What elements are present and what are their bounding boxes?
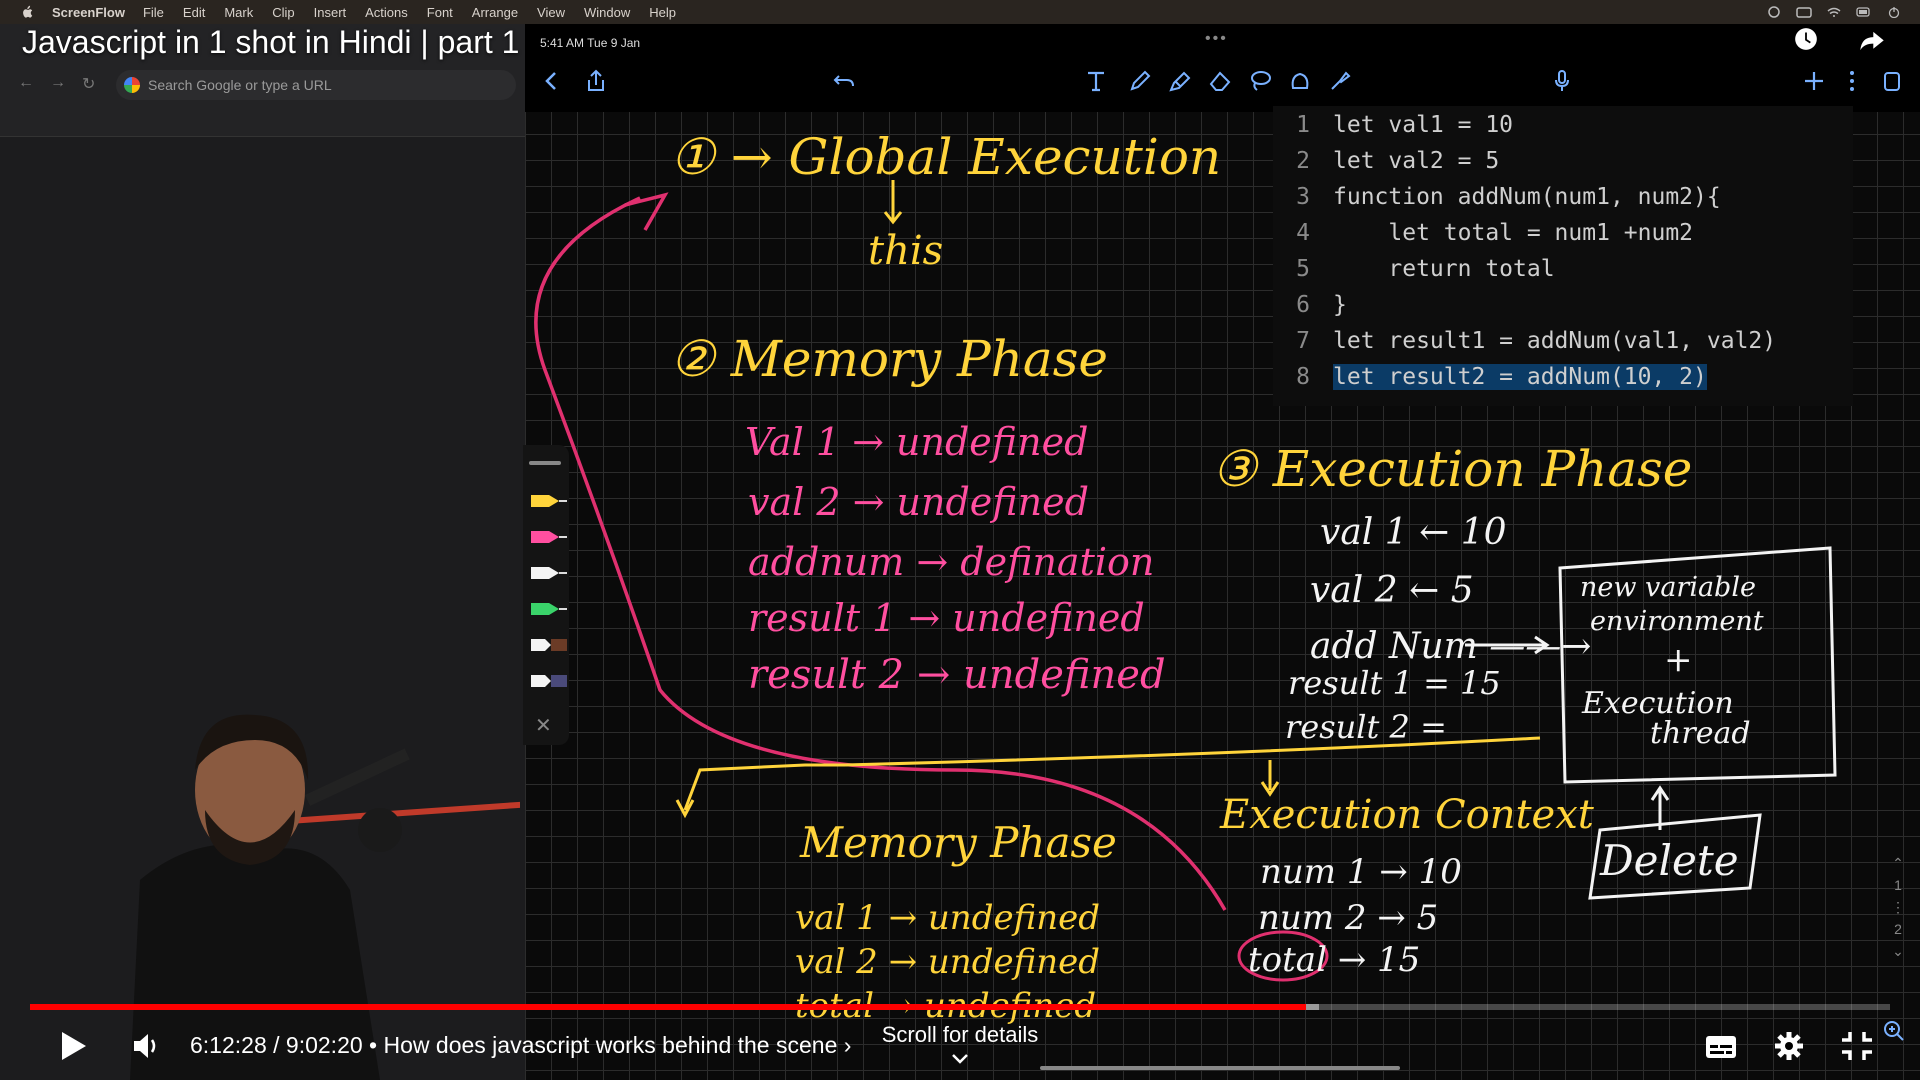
battery-icon[interactable] — [1856, 6, 1872, 18]
zoom-icon[interactable] — [1880, 1018, 1908, 1046]
context-entry: total → 15 — [1248, 940, 1421, 980]
highlighter-icon[interactable] — [1166, 68, 1194, 96]
eraser-icon[interactable] — [1206, 68, 1234, 96]
subtitles-icon[interactable] — [1704, 1030, 1738, 1062]
power-icon[interactable] — [1886, 6, 1902, 19]
chevron-down-icon[interactable] — [950, 1052, 970, 1066]
video-title: Javascript in 1 shot in Hindi | part 1 — [22, 24, 520, 60]
memory-entry: addnum → defination — [748, 540, 1155, 584]
memory-entry: val 2 → undefined — [748, 480, 1089, 524]
context-entry: num 1 → 10 — [1260, 852, 1462, 892]
undo-icon[interactable] — [830, 68, 858, 96]
google-icon — [124, 77, 140, 93]
apple-icon[interactable] — [18, 5, 38, 19]
time-current: 6:12:28 — [190, 1032, 267, 1058]
lasso-icon[interactable] — [1246, 68, 1274, 96]
screenflow-icon[interactable] — [1766, 6, 1782, 18]
memory2-entry: val 2 → undefined — [795, 942, 1101, 982]
timecode: 6:12:28 / 9:02:20 • How does javascript … — [190, 1032, 852, 1058]
microphone-icon[interactable] — [1548, 68, 1576, 96]
multitask-dots[interactable]: ••• — [1205, 30, 1228, 48]
note-global-execution: ① → Global Execution — [670, 128, 1222, 186]
menu-clip[interactable]: Clip — [272, 5, 294, 20]
watch-later-icon[interactable] — [1788, 26, 1824, 62]
exec-entry: val 1 ← 10 — [1320, 512, 1507, 553]
pen-tool-icon[interactable] — [1126, 68, 1154, 96]
shapes-icon[interactable] — [1286, 68, 1314, 96]
exec-entry: val 2 ← 5 — [1310, 570, 1474, 611]
time-total: 9:02:20 — [285, 1032, 363, 1058]
menubar-status-icons — [1766, 6, 1902, 19]
menu-actions[interactable]: Actions — [365, 5, 408, 20]
mac-menubar: ScreenFlow File Edit Mark Clip Insert Ac… — [0, 0, 1920, 24]
omnibox-placeholder: Search Google or type a URL — [148, 77, 332, 93]
memory-entry: result 2 → undefined — [748, 652, 1166, 698]
exit-fullscreen-icon[interactable] — [1840, 1030, 1874, 1062]
note-this: this — [868, 228, 944, 274]
add-page-icon[interactable] — [1800, 68, 1828, 96]
scroll-indicator — [1040, 1066, 1400, 1070]
play-icon[interactable] — [58, 1030, 88, 1062]
note-delete: Delete — [1600, 836, 1739, 885]
exec-entry: result 2 = — [1285, 708, 1447, 746]
note-memory-phase: ② Memory Phase — [670, 330, 1108, 388]
memory-entry: Val 1 → undefined — [745, 420, 1089, 464]
progress-bar-played[interactable] — [30, 1004, 1306, 1010]
back-icon[interactable]: ← — [18, 74, 34, 94]
box-line: + — [1664, 640, 1693, 680]
menu-insert[interactable]: Insert — [314, 5, 347, 20]
box-line: environment — [1590, 606, 1764, 637]
context-entry: num 2 → 5 — [1258, 898, 1439, 938]
memory2-entry: val 1 → undefined — [795, 898, 1101, 938]
note-execution-context: Execution Context — [1220, 792, 1594, 838]
share-icon[interactable] — [582, 68, 610, 96]
exec-entry: result 1 = 15 — [1288, 664, 1501, 702]
page-navigator[interactable]: ⌃ 1 ⋮ 2 ⌄ — [1886, 852, 1910, 962]
box-line: new variable — [1580, 572, 1756, 603]
more-options-icon[interactable] — [1838, 68, 1866, 96]
menu-arrange[interactable]: Arrange — [472, 5, 518, 20]
menu-window[interactable]: Window — [584, 5, 630, 20]
note-memory-phase-2: Memory Phase — [800, 818, 1117, 867]
box-line: thread — [1650, 716, 1751, 751]
reload-icon[interactable]: ↻ — [82, 74, 95, 94]
menu-help[interactable]: Help — [649, 5, 676, 20]
wifi-icon[interactable] — [1826, 6, 1842, 18]
menubar-app-name[interactable]: ScreenFlow — [52, 5, 125, 20]
menu-mark[interactable]: Mark — [224, 5, 253, 20]
volume-icon[interactable] — [132, 1032, 162, 1060]
camera-icon[interactable] — [1796, 6, 1812, 18]
note-execution-phase: ③ Execution Phase — [1212, 440, 1693, 498]
menu-view[interactable]: View — [537, 5, 565, 20]
menu-font[interactable]: Font — [427, 5, 453, 20]
settings-gear-icon[interactable] — [1772, 1030, 1806, 1062]
omnibox[interactable]: Search Google or type a URL — [116, 70, 516, 100]
chapter-title[interactable]: How does javascript works behind the sce… — [384, 1032, 838, 1058]
scroll-hint[interactable]: Scroll for details — [875, 1022, 1045, 1048]
presenter-image — [130, 714, 520, 1080]
ipad-status-time: 5:41 AM Tue 9 Jan — [540, 36, 641, 50]
forward-icon[interactable]: → — [50, 74, 66, 94]
pages-icon[interactable] — [1878, 68, 1906, 96]
menu-edit[interactable]: Edit — [183, 5, 205, 20]
exec-entry: add Num ——→ — [1310, 626, 1592, 667]
browser-nav: ← → ↻ — [18, 74, 95, 94]
back-chevron-icon[interactable] — [538, 68, 566, 96]
laser-pointer-icon[interactable] — [1326, 68, 1354, 96]
share-arrow-icon[interactable] — [1852, 28, 1892, 64]
text-tool-icon[interactable] — [1082, 68, 1110, 96]
memory-entry: result 1 → undefined — [748, 596, 1145, 640]
menu-file[interactable]: File — [143, 5, 164, 20]
